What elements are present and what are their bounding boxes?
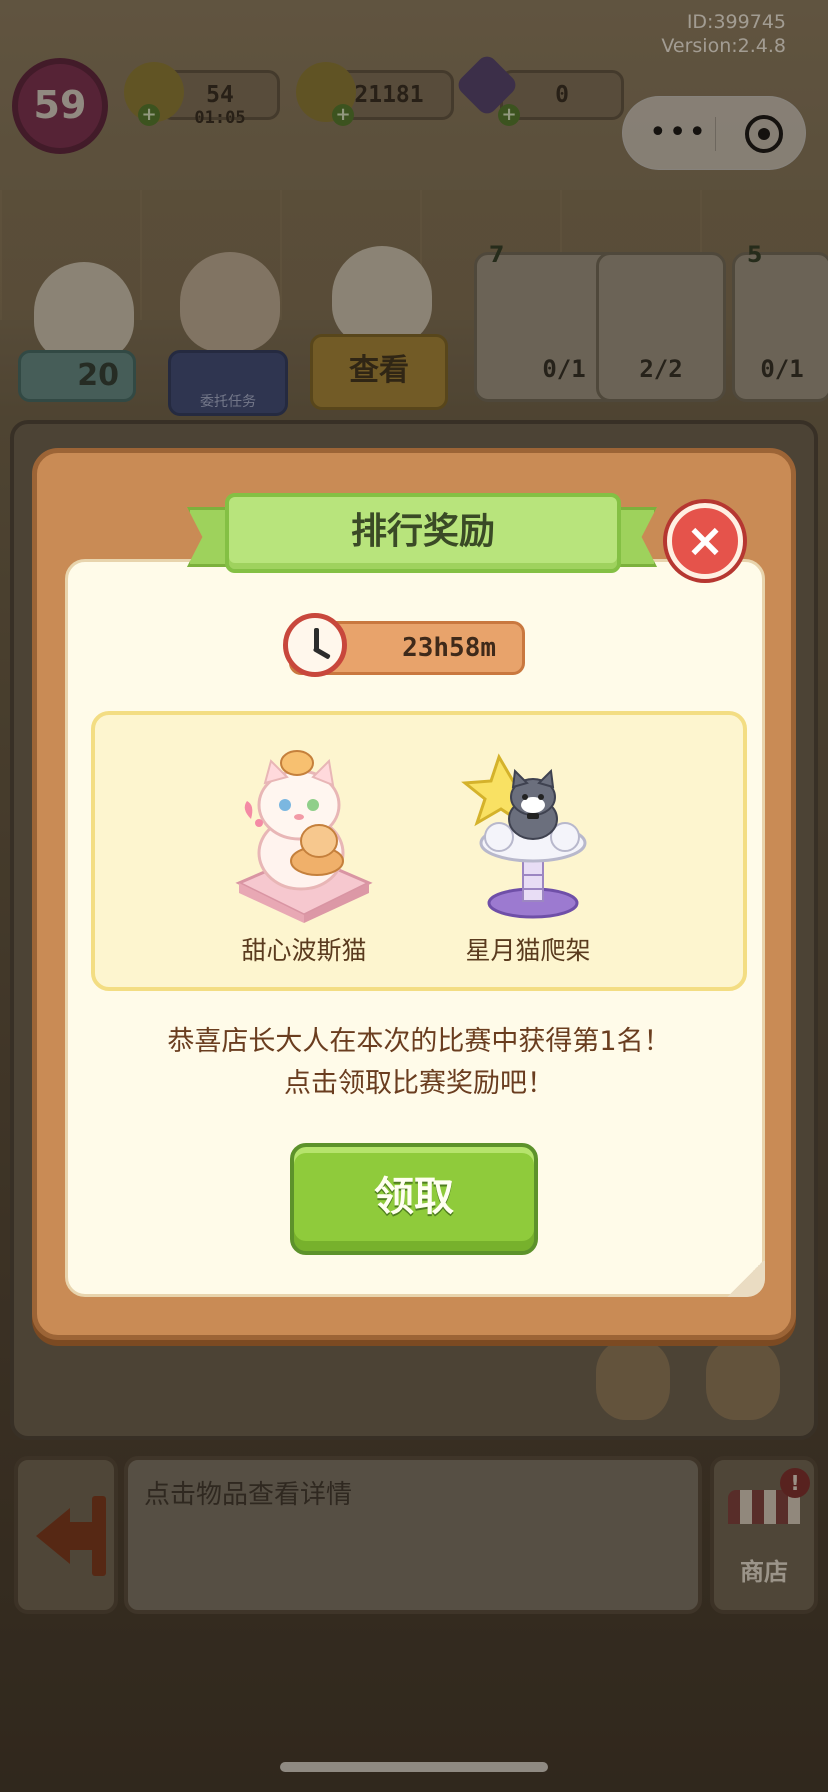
home-indicator (280, 1762, 548, 1772)
modal-title: 排行奖励 (350, 511, 495, 552)
message-line-1: 恭喜店长大人在本次的比赛中获得第1名！ (167, 1026, 671, 1057)
claim-button[interactable]: 领取 (290, 1143, 538, 1255)
reward-item-persian-cat[interactable]: 甜心波斯猫 (229, 743, 379, 967)
cat-tree-image (453, 743, 603, 923)
close-button[interactable]: × (667, 503, 743, 579)
reward-panel: 甜心波斯猫 星月猫爬架 (91, 711, 747, 991)
reward-name: 星月猫爬架 (465, 936, 591, 965)
reward-name: 甜心波斯猫 (241, 936, 367, 965)
message-line-2: 点击领取比赛奖励吧！ (284, 1068, 554, 1099)
congratulation-message: 恭喜店长大人在本次的比赛中获得第1名！ 点击领取比赛奖励吧！ (99, 1021, 739, 1105)
ranking-reward-modal: 排行奖励 × 23h58m 甜心波斯猫 星月猫爬架 恭喜店长大人在本次的比赛中获… (32, 448, 796, 1340)
reward-item-cat-tree[interactable]: 星月猫爬架 (453, 743, 603, 967)
persian-cat-image (229, 743, 379, 923)
clock-icon (283, 613, 347, 677)
